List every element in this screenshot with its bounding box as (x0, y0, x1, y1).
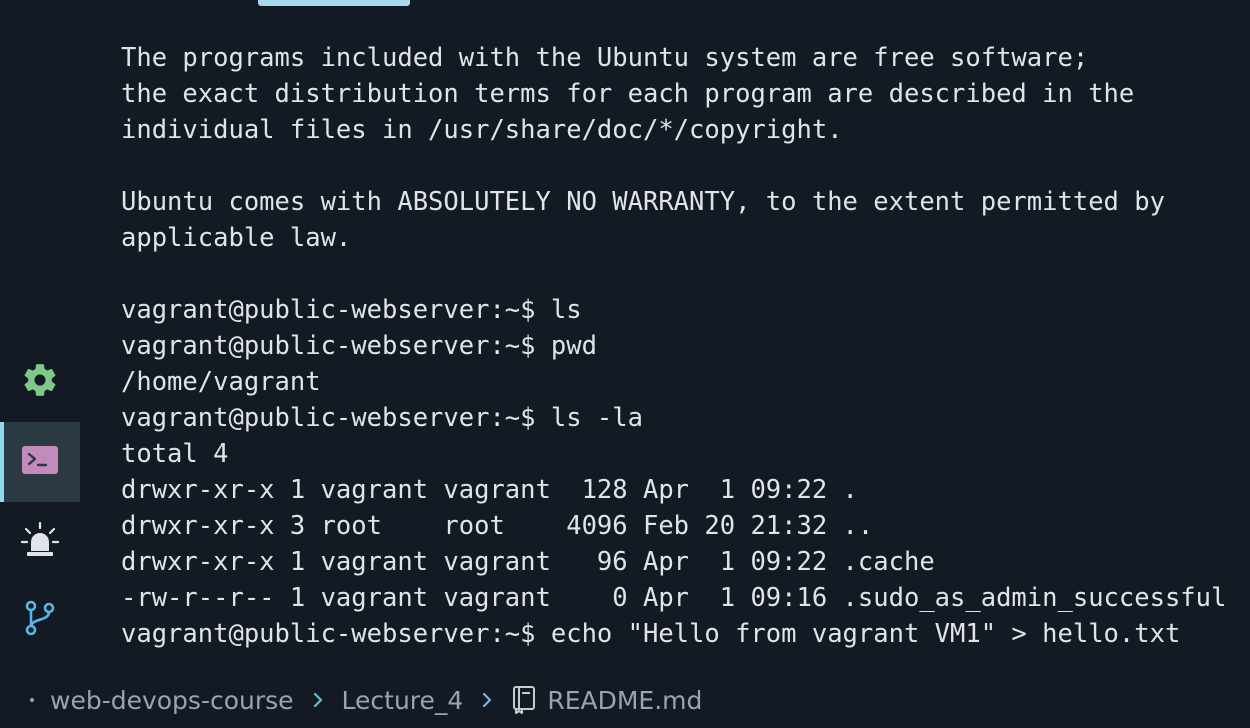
terminal-line: The programs included with the Ubuntu sy… (121, 43, 1089, 73)
terminal-line: Ubuntu comes with ABSOLUTELY NO WARRANTY… (121, 187, 1165, 217)
terminal-line: individual files in /usr/share/doc/*/cop… (121, 115, 843, 145)
chevron-right-icon (312, 691, 324, 709)
terminal-line: -rw-r--r-- 1 vagrant vagrant 0 Apr 1 09:… (121, 583, 1227, 613)
active-tab-indicator (258, 0, 410, 6)
terminal-icon (21, 444, 59, 480)
activity-source-control[interactable] (0, 582, 80, 658)
terminal-output[interactable]: The programs included with the Ubuntu sy… (121, 40, 1250, 670)
terminal-line: total 4 (121, 439, 229, 469)
breadcrumb-file-label: README.md (547, 685, 703, 715)
dot-icon (30, 698, 34, 702)
alarm-light-icon (20, 521, 60, 563)
activity-settings[interactable] (0, 342, 80, 422)
breadcrumb-item-repo[interactable]: web-devops-course (50, 686, 294, 715)
breadcrumb-item-file[interactable]: README.md (511, 685, 702, 715)
terminal-prompt-line: vagrant@public-webserver:~$ ls (121, 295, 582, 325)
terminal-prompt-line: vagrant@public-webserver:~$ ls -la (121, 403, 643, 433)
terminal-prompt-line: vagrant@public-webserver:~$ echo "Hello … (121, 619, 1181, 649)
terminal-line: drwxr-xr-x 1 vagrant vagrant 96 Apr 1 09… (121, 547, 935, 577)
terminal-line: drwxr-xr-x 3 root root 4096 Feb 20 21:32… (121, 511, 874, 541)
terminal-line: drwxr-xr-x 1 vagrant vagrant 128 Apr 1 0… (121, 475, 858, 505)
gear-icon (21, 361, 59, 403)
activity-bar (0, 340, 80, 660)
activity-terminal[interactable] (0, 422, 80, 502)
terminal-line: applicable law. (121, 223, 352, 253)
terminal-line: /home/vagrant (121, 367, 321, 397)
git-branch-icon (22, 599, 58, 641)
book-icon (511, 685, 537, 715)
terminal-prompt-line: vagrant@public-webserver:~$ pwd (121, 331, 597, 361)
terminal-line: the exact distribution terms for each pr… (121, 79, 1135, 109)
breadcrumb: web-devops-course Lecture_4 README.md (30, 680, 702, 720)
activity-alerts[interactable] (0, 502, 80, 582)
breadcrumb-item-folder[interactable]: Lecture_4 (342, 686, 464, 715)
chevron-right-icon (481, 691, 493, 709)
